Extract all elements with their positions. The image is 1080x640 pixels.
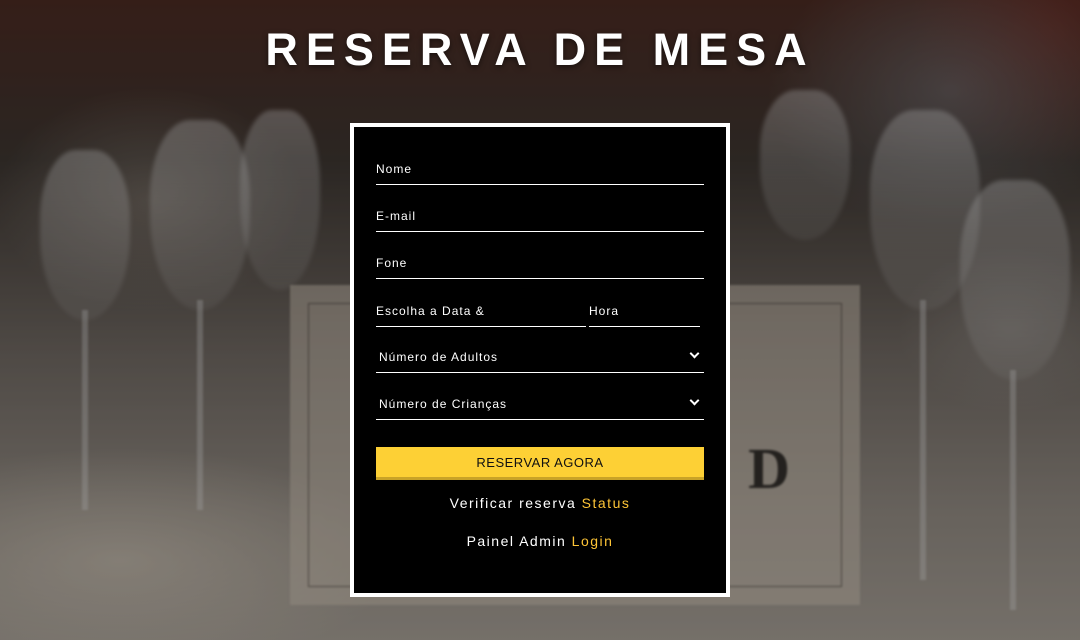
adults-select[interactable]: Número de Adultos — [376, 339, 704, 373]
chevron-down-icon — [689, 395, 700, 406]
reservation-form: Nome E-mail Fone Escolha a Data & Hora N… — [350, 123, 730, 597]
time-field[interactable]: Hora — [589, 293, 700, 327]
admin-login-line: Painel Admin Login — [354, 533, 726, 549]
children-select-value: Número de Crianças — [379, 396, 508, 411]
name-placeholder: Nome — [376, 161, 413, 176]
email-field[interactable]: E-mail — [376, 198, 704, 232]
phone-placeholder: Fone — [376, 255, 408, 270]
status-link[interactable]: Status — [582, 495, 631, 511]
time-placeholder: Hora — [589, 303, 620, 318]
check-status-line: Verificar reserva Status — [354, 495, 726, 511]
admin-panel-text: Painel Admin — [466, 533, 567, 549]
phone-field[interactable]: Fone — [376, 245, 704, 279]
page-title: RESERVA DE MESA — [265, 24, 815, 75]
date-placeholder: Escolha a Data & — [376, 303, 485, 318]
date-field[interactable]: Escolha a Data & — [376, 293, 586, 327]
children-select[interactable]: Número de Crianças — [376, 386, 704, 420]
adults-select-value: Número de Adultos — [379, 349, 499, 364]
email-placeholder: E-mail — [376, 208, 417, 223]
chevron-down-icon — [689, 348, 700, 359]
login-link[interactable]: Login — [572, 533, 614, 549]
name-field[interactable]: Nome — [376, 151, 704, 185]
check-status-text: Verificar reserva — [449, 495, 577, 511]
reserve-now-button[interactable]: RESERVAR AGORA — [376, 447, 704, 480]
